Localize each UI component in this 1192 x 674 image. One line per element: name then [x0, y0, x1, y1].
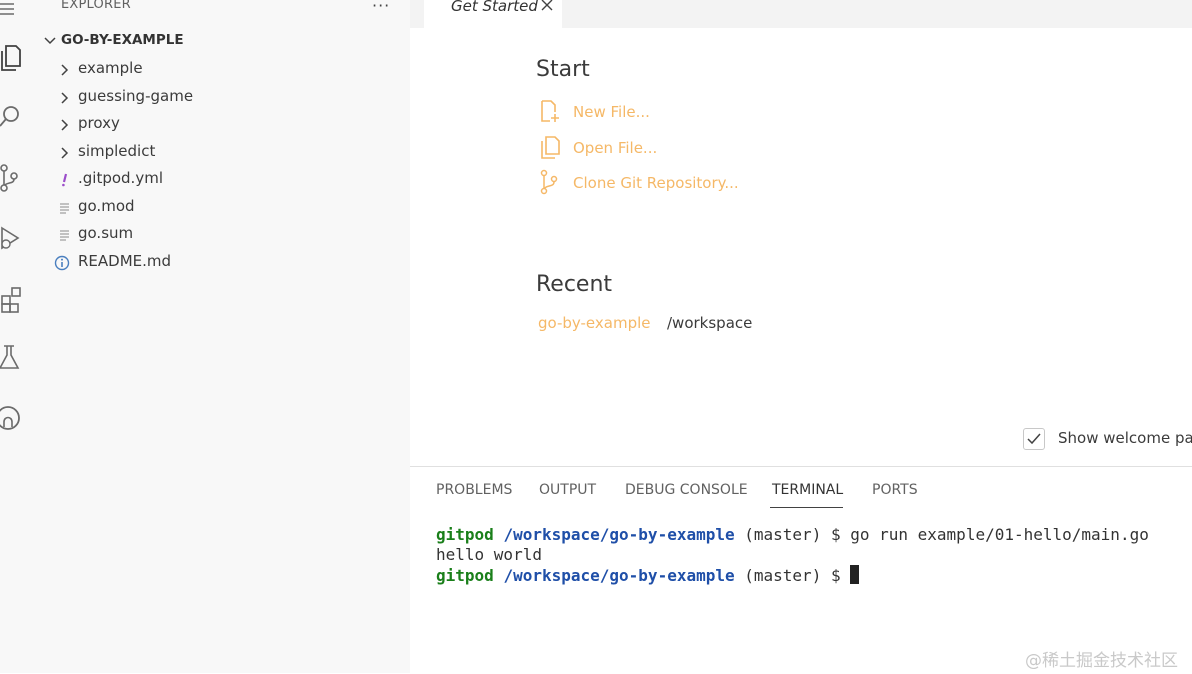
- tree-item-label: simpledict: [78, 142, 156, 160]
- watermark: @稀土掘金技术社区: [1025, 651, 1178, 671]
- workspace-label: GO-BY-EXAMPLE: [61, 32, 184, 48]
- tree-item-label: .gitpod.yml: [78, 169, 163, 187]
- files-icon[interactable]: [0, 36, 36, 76]
- tab-label: Get Started: [451, 0, 538, 15]
- start-heading: Start: [536, 57, 590, 82]
- welcome-page: Start New File... Open File... Clone Git…: [410, 28, 1192, 466]
- chevron-down-icon: [44, 37, 56, 45]
- terminal-cursor: [850, 565, 860, 584]
- check-icon: [1027, 433, 1041, 445]
- terminal-command: (master) $ go run example/01-hello/main.…: [734, 525, 1149, 544]
- explorer-header: EXPLORER: [61, 0, 131, 12]
- editor-tab-bar: Get Started: [410, 0, 1192, 28]
- more-actions-button[interactable]: ···: [372, 0, 390, 15]
- terminal-path: /workspace/go-by-example: [503, 525, 735, 544]
- show-welcome-checkbox[interactable]: [1023, 428, 1045, 450]
- open-file-label[interactable]: Open File...: [573, 139, 657, 157]
- chevron-right-icon: [61, 92, 69, 104]
- menu-icon[interactable]: [0, 0, 36, 30]
- tree-item-label: example: [78, 59, 143, 77]
- chevron-right-icon: [61, 64, 69, 76]
- github-icon[interactable]: [0, 396, 36, 436]
- chevron-right-icon: [61, 119, 69, 131]
- terminal-user: gitpod: [436, 566, 494, 585]
- terminal-line: hello world: [436, 545, 542, 564]
- tree-item-label: README.md: [78, 252, 172, 270]
- terminal-prompt: (master) $: [734, 566, 851, 585]
- tree-item-label: go.mod: [78, 197, 135, 215]
- terminal-line: gitpod /workspace/go-by-example (master)…: [436, 565, 1149, 586]
- new-file-icon: [541, 100, 559, 122]
- terminal-path: /workspace/go-by-example: [503, 566, 735, 585]
- extensions-icon[interactable]: [0, 276, 36, 316]
- clone-repo-label[interactable]: Clone Git Repository...: [573, 174, 739, 192]
- tab-problems[interactable]: PROBLEMS: [436, 482, 512, 498]
- tree-item-file[interactable]: README.md: [36, 249, 410, 276]
- tree-item-folder[interactable]: example: [36, 56, 410, 83]
- tree-item-file[interactable]: .gitpod.yml: [36, 166, 410, 193]
- open-file-icon: [541, 136, 560, 159]
- tab-terminal[interactable]: TERMINAL: [772, 482, 843, 498]
- tree-item-folder[interactable]: proxy: [36, 111, 410, 138]
- text-file-icon: [60, 203, 69, 214]
- terminal-output[interactable]: gitpod /workspace/go-by-example (master)…: [436, 525, 1149, 586]
- chevron-right-icon: [61, 147, 69, 159]
- terminal-user: gitpod: [436, 525, 494, 544]
- tree-item-label: proxy: [78, 114, 120, 132]
- tree-item-file[interactable]: go.mod: [36, 194, 410, 221]
- tree-item-folder[interactable]: simpledict: [36, 139, 410, 166]
- source-control-icon[interactable]: [0, 156, 36, 196]
- tree-item-label: go.sum: [78, 224, 134, 242]
- tree-item-folder[interactable]: guessing-game: [36, 84, 410, 111]
- tree-item-label: guessing-game: [78, 87, 194, 105]
- close-icon[interactable]: [541, 0, 553, 11]
- tab-debug-console[interactable]: DEBUG CONSOLE: [625, 482, 748, 498]
- explorer-sidebar: EXPLORER ··· GO-BY-EXAMPLE example guess…: [36, 0, 410, 673]
- tab-get-started[interactable]: Get Started: [424, 0, 562, 28]
- active-tab-indicator: [770, 507, 843, 508]
- git-branch-icon: [540, 169, 558, 195]
- run-debug-icon[interactable]: [0, 216, 36, 256]
- recent-heading: Recent: [536, 272, 613, 297]
- tree-item-file[interactable]: go.sum: [36, 221, 410, 248]
- info-icon: [54, 255, 70, 271]
- recent-item-link[interactable]: go-by-example: [538, 314, 651, 332]
- text-file-icon: [60, 230, 69, 241]
- bottom-panel: PROBLEMS OUTPUT DEBUG CONSOLE TERMINAL P…: [410, 466, 1192, 674]
- activity-bar: [0, 0, 36, 673]
- terminal-line: gitpod /workspace/go-by-example (master)…: [436, 525, 1149, 545]
- tab-output[interactable]: OUTPUT: [539, 482, 596, 498]
- new-file-label[interactable]: New File...: [573, 103, 650, 121]
- testing-icon[interactable]: [0, 336, 36, 376]
- workspace-folder[interactable]: GO-BY-EXAMPLE: [36, 28, 410, 54]
- recent-item-path: /workspace: [667, 314, 753, 332]
- show-welcome-label: Show welcome pag: [1058, 429, 1192, 447]
- search-icon[interactable]: [0, 96, 36, 136]
- tab-ports[interactable]: PORTS: [872, 482, 918, 498]
- yaml-file-icon: [62, 173, 68, 187]
